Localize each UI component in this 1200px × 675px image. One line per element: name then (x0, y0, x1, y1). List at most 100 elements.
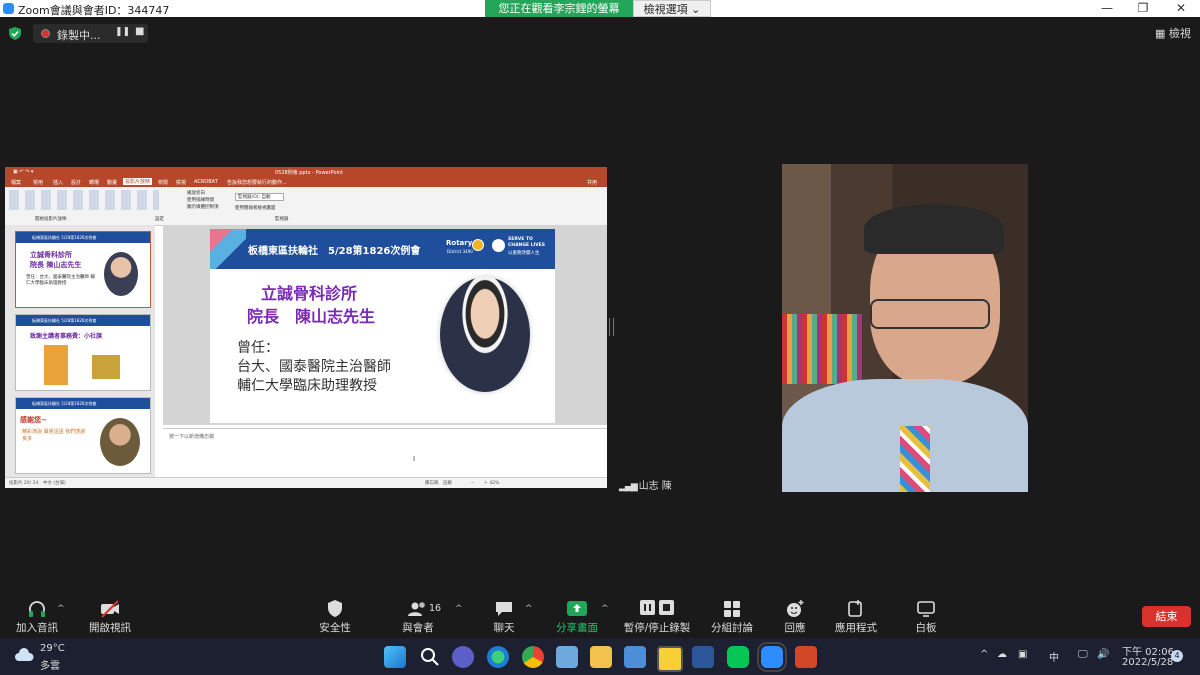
ppt-tab[interactable]: 檔案 (11, 179, 21, 186)
pause-stop-recording-label: 暫停/停止錄製 (623, 622, 691, 634)
photos-app-icon[interactable] (556, 646, 578, 668)
rotary-district: District 3490 (447, 249, 473, 254)
ppt-tab[interactable]: 檢視 (176, 179, 186, 186)
ribbon-group-label: 設定 (155, 217, 164, 222)
onedrive-icon[interactable]: ☁ (997, 649, 1007, 660)
ppt-quick-access-icon[interactable]: ▣ ↶ ↷ ▾ (13, 169, 33, 175)
share-screen-icon (567, 601, 587, 616)
ppt-search[interactable]: 告訴我您想要執行的動作... (227, 179, 287, 186)
ppt-tab[interactable]: ACROBAT (194, 179, 218, 185)
share-screen-label: 分享畫面 (556, 622, 598, 634)
slide-thumbnail-pane: 20 板橋東區扶輪社 5/28第1826次例會 立誠骨科診所 院長 陳山志先生 … (5, 225, 155, 477)
security-label: 安全性 (319, 622, 351, 634)
clock-time[interactable]: 下午 02:06 (1122, 643, 1174, 658)
restore-button[interactable]: ❐ (1128, 1, 1158, 15)
apps-button[interactable]: 應用程式 (834, 598, 878, 635)
ppt-tab[interactable]: 轉場 (89, 179, 99, 186)
chat-options-caret[interactable]: ^ (525, 604, 533, 614)
input-method-indicator[interactable]: 中 (1049, 649, 1059, 664)
network-status-icon[interactable]: ▣ (1018, 649, 1027, 660)
record-dot-icon (41, 29, 50, 38)
view-options-button[interactable]: 檢視選項 ⌄ (633, 0, 711, 17)
join-audio-button[interactable]: 加入音訊 (12, 598, 62, 635)
sticky-notes-icon[interactable] (657, 646, 683, 672)
recording-indicator: 錄製中... ❚❚ ■ (33, 24, 148, 43)
cloud-weather-icon[interactable] (14, 648, 34, 662)
audio-options-caret[interactable]: ^ (57, 604, 65, 614)
file-explorer-icon[interactable] (590, 646, 612, 668)
ppt-tab[interactable]: 插入 (53, 179, 63, 186)
ppt-file-title: 0528例會.pptx - PowerPoint (275, 170, 344, 176)
window-title: Zoom會議與會者ID：344747 (18, 4, 170, 17)
ppt-tabs: 檔案 常用 插入 設計 轉場 動畫 投影片放映 校閱 檢視 ACROBAT 告訴… (5, 178, 607, 187)
notes-pane[interactable]: 按一下以新增備忘稿 I (163, 428, 607, 478)
start-menu-icon[interactable] (384, 646, 406, 668)
signal-strength-icon: ▂▄▆ (619, 482, 639, 492)
encryption-shield-icon[interactable] (9, 27, 21, 40)
thumb-photo (100, 418, 140, 466)
breakout-rooms-label: 分組討論 (711, 622, 753, 634)
tray-overflow-icon[interactable]: ^ (980, 649, 988, 660)
share-status-text: 您正在觀看李宗鋰的螢幕 (498, 2, 620, 15)
shelf-items (782, 314, 862, 384)
ribbon-start-slideshow-icons[interactable] (9, 190, 159, 210)
word-app-icon[interactable] (692, 646, 714, 668)
monitor-select[interactable]: 監視器(O): 自動 (235, 193, 284, 201)
serve-logo-icon (492, 239, 505, 252)
ribbon-option[interactable]: 播放旁白 (187, 190, 205, 196)
speaker-portrait (440, 277, 530, 392)
clock-date[interactable]: 2022/5/28 (1122, 657, 1173, 668)
end-meeting-button[interactable]: 結束 (1142, 606, 1191, 627)
edge-browser-icon[interactable] (487, 646, 509, 668)
ribbon-option[interactable]: 使用排練時間 (187, 197, 214, 203)
start-video-button[interactable]: 開啟視訊 (85, 598, 135, 635)
ppt-tab[interactable]: 常用 (33, 179, 43, 186)
zoom-controls[interactable]: 備忘稿 註解 － ＋ 42% (425, 480, 499, 486)
start-video-label: 開啟視訊 (89, 622, 131, 634)
ppt-tab-active[interactable]: 投影片放映 (123, 178, 153, 185)
slide-director-name: 院長 陳山志先生 (247, 307, 376, 326)
pause-stop-recording-button[interactable]: 暫停/停止錄製 (622, 598, 692, 635)
thumb-line: 精彩演說 寶貴話語 我們感謝良多 (22, 429, 86, 442)
shared-screen: 0528例會.pptx - PowerPoint ▣ ↶ ↷ ▾ 檔案 常用 插… (5, 167, 607, 488)
breakout-rooms-button[interactable]: 分組討論 (710, 598, 754, 635)
close-button[interactable]: ✕ (1166, 1, 1196, 15)
ppt-tab[interactable]: 設計 (71, 179, 81, 186)
pause-stop-icon (640, 600, 674, 615)
share-screen-button[interactable]: 分享畫面 (554, 598, 600, 635)
ppt-tab[interactable]: 動畫 (107, 179, 117, 186)
thumb-header: 板橋東區扶輪社 5/28第1826次例會 (16, 232, 150, 243)
search-icon[interactable] (419, 646, 441, 668)
chrome-browser-icon[interactable] (522, 646, 544, 668)
chat-app-icon[interactable] (452, 646, 474, 668)
slide-thumbnail[interactable]: 22 板橋東區扶輪社 5/28第1826次例會 感謝您~ 精彩演說 寶貴話語 我… (15, 397, 151, 474)
share-options-caret[interactable]: ^ (601, 604, 609, 614)
speaker-volume-icon[interactable]: 🔊 (1097, 649, 1109, 660)
slide-thumbnail[interactable]: 21 板橋東區扶輪社 5/28第1826次例會 致謝主講者事務費：小社旗 (15, 314, 151, 391)
minimize-button[interactable]: — (1092, 1, 1122, 15)
pause-recording-button[interactable]: ❚❚ (115, 27, 130, 37)
stop-recording-button[interactable]: ■ (135, 26, 144, 37)
display-icon[interactable]: 🖵 (1078, 649, 1088, 660)
notepad-icon[interactable] (624, 646, 646, 668)
slide-thumbnail[interactable]: 20 板橋東區扶輪社 5/28第1826次例會 立誠骨科診所 院長 陳山志先生 … (15, 231, 151, 308)
zoom-app-icon[interactable] (757, 642, 787, 672)
whiteboard-button[interactable]: 白板 (912, 598, 940, 635)
split-resize-handle[interactable] (609, 318, 614, 336)
presenter-view-checkbox[interactable]: 使用簡報者檢視畫面 (235, 205, 276, 211)
security-button[interactable]: 安全性 (312, 598, 358, 635)
ppt-share[interactable]: 共用 (587, 179, 597, 186)
notification-badge[interactable]: 4 (1171, 650, 1183, 662)
chat-button[interactable]: 聊天 (482, 598, 526, 635)
ppt-tab[interactable]: 校閱 (158, 179, 168, 186)
powerpoint-app-icon[interactable] (795, 646, 817, 668)
ribbon-option[interactable]: 顯示媒體控制項 (187, 204, 219, 210)
participants-options-caret[interactable]: ^ (455, 604, 463, 614)
rotary-logo: Rotary (446, 239, 473, 247)
view-button[interactable]: ▦ 檢視 (1155, 25, 1191, 41)
reactions-button[interactable]: 回應 (780, 598, 810, 635)
current-slide[interactable]: 板橋東區扶輪社 5/28第1826次例會 Rotary District 349… (210, 229, 555, 423)
apps-icon (848, 600, 862, 617)
line-app-icon[interactable] (727, 646, 749, 668)
thumb-header: 板橋東區扶輪社 5/28第1826次例會 (16, 315, 150, 326)
